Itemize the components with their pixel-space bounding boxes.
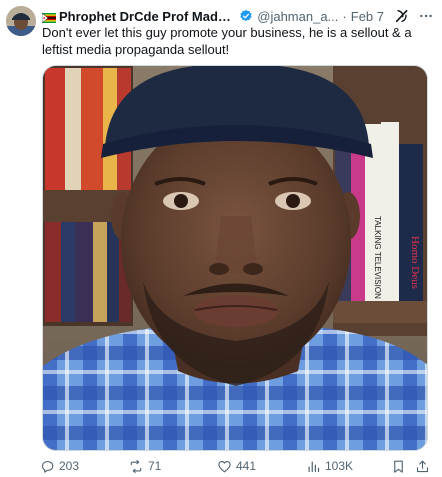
svg-text:TALKING TELEVISION: TALKING TELEVISION (373, 216, 382, 299)
repost-icon (130, 459, 142, 473)
reply-count: 203 (59, 459, 80, 473)
tweet-card[interactable]: Phrophet DrCde Prof Madzibaba Ada... @ja… (0, 0, 442, 477)
reply-icon (41, 460, 54, 473)
author-name[interactable]: Phrophet DrCde Prof Madzibaba Ada... (59, 9, 236, 24)
tweet-text: Don't ever let this guy promote your bus… (42, 25, 412, 57)
tweet-date[interactable]: Feb 7 (351, 9, 384, 24)
tweet-actions: 203 71 441 103K (40, 457, 432, 475)
more-options-icon[interactable] (418, 8, 434, 24)
video-frame-image: TALKING TELEVISION Homo Deus (43, 66, 427, 450)
separator-dot: · (342, 8, 347, 24)
share-icon (416, 460, 429, 472)
like-count: 441 (236, 459, 257, 473)
avatar[interactable] (6, 6, 36, 36)
views-button[interactable]: 103K (306, 457, 353, 475)
avatar-image (6, 6, 36, 36)
share-button[interactable] (415, 457, 434, 475)
verified-badge-icon[interactable] (239, 9, 253, 23)
zimbabwe-flag-icon (41, 11, 56, 24)
tweet-header: Phrophet DrCde Prof Madzibaba Ada... @ja… (41, 6, 434, 26)
bookmark-icon (394, 460, 403, 473)
reply-button[interactable]: 203 (40, 457, 79, 475)
repost-button[interactable]: 71 (128, 457, 161, 475)
tweet-media-video[interactable]: TALKING TELEVISION Homo Deus (42, 65, 428, 451)
author-handle[interactable]: @jahman_a... (257, 9, 338, 24)
repost-count: 71 (148, 459, 162, 473)
bookmark-button[interactable] (391, 457, 410, 475)
grok-icon[interactable] (394, 8, 410, 24)
heart-icon (218, 460, 231, 472)
like-button[interactable]: 441 (217, 457, 256, 475)
views-count: 103K (325, 459, 354, 473)
views-chart-icon (308, 461, 320, 472)
svg-text:Homo Deus: Homo Deus (409, 236, 421, 289)
